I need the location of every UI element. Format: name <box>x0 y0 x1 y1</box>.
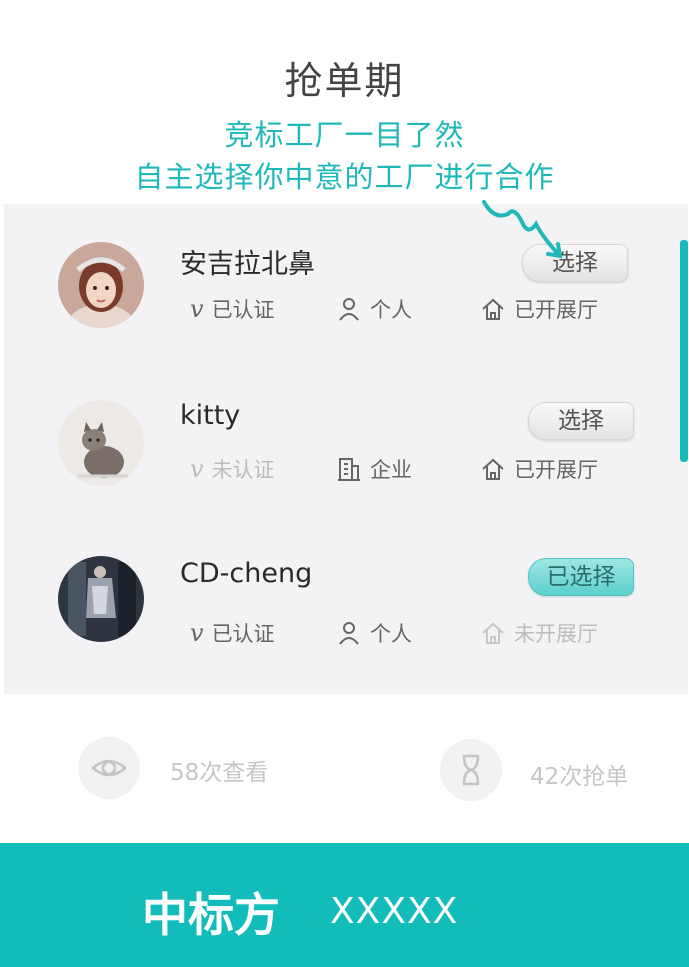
v-verified-icon: v <box>190 619 204 647</box>
cert-status: v 已认证 <box>190 619 275 647</box>
factory-type: 企业 <box>336 454 412 484</box>
person-icon <box>339 622 359 645</box>
avatar[interactable] <box>58 242 144 328</box>
showroom-status: 已开展厅 <box>480 294 598 324</box>
selected-button[interactable]: 已选择 <box>528 558 634 596</box>
hand-drawn-arrow <box>482 200 563 259</box>
house-icon <box>482 298 504 320</box>
avatar[interactable] <box>58 400 144 486</box>
factory-row: kitty v 未认证 企业 已开展厅 选择 <box>4 382 688 522</box>
factory-name: CD-cheng <box>180 558 313 589</box>
avatar[interactable] <box>58 556 144 642</box>
winner-value: XXXXX <box>330 891 459 932</box>
cert-status: v 已认证 <box>190 295 275 323</box>
eye-icon <box>91 759 127 777</box>
factory-name: 安吉拉北鼻 <box>180 249 315 280</box>
house-icon <box>482 622 504 644</box>
factory-type: 个人 <box>336 294 412 324</box>
person-icon <box>339 298 359 321</box>
stats-bar: 58次查看 42次抢单 <box>0 735 689 805</box>
factory-name: kitty <box>180 400 241 431</box>
showroom-status: 未开展厅 <box>480 618 598 648</box>
winner-label: 中标方 <box>142 888 280 942</box>
tagline-secondary: 自主选择你中意的工厂进行合作 <box>134 160 555 194</box>
views-indicator <box>78 737 140 799</box>
grabs-indicator <box>440 739 502 801</box>
hourglass-icon <box>462 754 480 786</box>
grabs-count: 42次抢单 <box>530 764 629 790</box>
cert-status: v 未认证 <box>190 455 275 483</box>
factory-list-panel: 安吉拉北鼻 v 已认证 个人 已开展厅 选择 kitty v 未认证 企业 已开… <box>4 204 688 694</box>
building-icon <box>338 458 360 481</box>
tagline-primary: 竞标工厂一目了然 <box>224 118 465 152</box>
v-verified-icon: v <box>190 295 204 323</box>
house-icon <box>482 458 504 480</box>
showroom-status: 已开展厅 <box>480 454 598 484</box>
v-verified-icon: v <box>190 455 204 483</box>
views-count: 58次查看 <box>170 760 269 786</box>
select-button[interactable]: 选择 <box>528 402 634 440</box>
winner-bar: 中标方 XXXXX <box>0 843 689 967</box>
scrollbar[interactable] <box>680 240 688 462</box>
factory-row: CD-cheng v 已认证 个人 未开展厅 已选择 <box>4 538 688 678</box>
page-title: 抢单期 <box>284 59 405 103</box>
factory-row: 安吉拉北鼻 v 已认证 个人 已开展厅 选择 <box>4 224 688 364</box>
factory-type: 个人 <box>336 618 412 648</box>
